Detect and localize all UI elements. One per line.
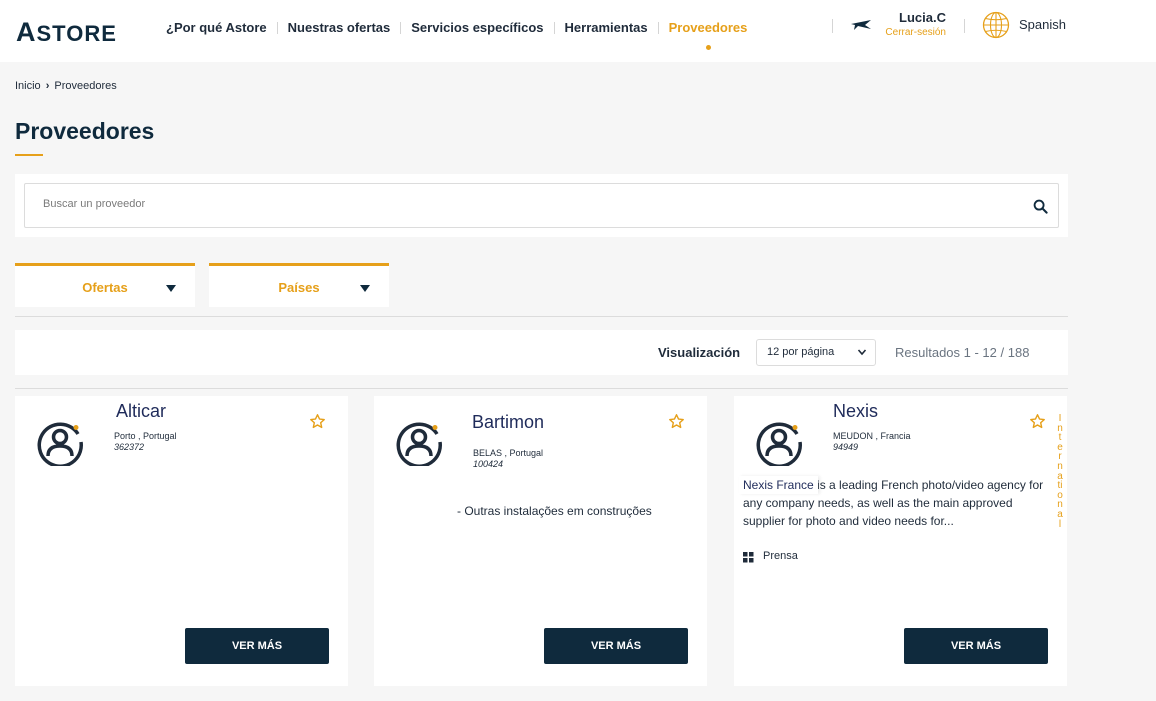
- caret-down-icon: [360, 285, 370, 292]
- filter-ofertas[interactable]: Ofertas: [15, 263, 195, 307]
- supplier-code: 100424: [473, 459, 504, 469]
- chevron-right-icon: ›: [45, 80, 50, 92]
- results-bar: Visualización 12 por página Resultados 1…: [15, 330, 1068, 375]
- supplier-name[interactable]: Nexis: [833, 401, 878, 422]
- title-underline: [15, 154, 43, 156]
- nav-por-que-astore[interactable]: ¿Por qué Astore: [156, 20, 277, 35]
- supplier-card: Alticar Porto , Portugal 362372 VER MÁS: [15, 396, 348, 686]
- supplier-avatar-icon: [396, 422, 442, 466]
- astore-logo[interactable]: ASTORE: [16, 17, 117, 48]
- supplier-name[interactable]: Alticar: [116, 401, 166, 422]
- header-separator: [964, 19, 965, 33]
- supplier-code: 94949: [833, 442, 859, 452]
- nav-herramientas[interactable]: Herramientas: [555, 20, 658, 35]
- supplier-location: Porto , Portugal: [114, 431, 177, 441]
- star-icon[interactable]: [309, 413, 326, 430]
- globe-icon[interactable]: [982, 11, 1010, 39]
- ver-mas-button[interactable]: VER MÁS: [185, 628, 329, 664]
- breadcrumb-home[interactable]: Inicio: [15, 80, 41, 92]
- nav-nuestras-ofertas[interactable]: Nuestras ofertas: [278, 20, 401, 35]
- international-badge: International: [1057, 413, 1063, 530]
- grid-icon: [743, 552, 754, 563]
- results-count: Resultados 1 - 12 / 188: [895, 345, 1030, 360]
- main-nav: ¿Por qué Astore Nuestras ofertas Servici…: [156, 20, 758, 50]
- supplier-code: 362372: [114, 442, 145, 452]
- page-title: Proveedores: [15, 118, 155, 144]
- company-tooltip: Nexis France: [739, 476, 818, 494]
- header-separator: [832, 19, 833, 33]
- supplier-avatar-icon: [37, 422, 83, 466]
- nav-proveedores[interactable]: Proveedores: [659, 20, 758, 50]
- divider: [15, 388, 1068, 389]
- supplier-card: Nexis MEUDON , Francia 94949 Nexis Franc…: [734, 396, 1067, 686]
- per-page-select[interactable]: 12 por página: [756, 339, 876, 366]
- nav-servicios-especificos[interactable]: Servicios específicos: [401, 20, 553, 35]
- breadcrumb-current: Proveedores: [54, 80, 117, 92]
- search-box: [24, 183, 1059, 228]
- supplier-location: MEUDON , Francia: [833, 431, 911, 441]
- supplier-card: Bartimon BELAS , Portugal 100424 - Outra…: [374, 396, 707, 686]
- supplier-location: BELAS , Portugal: [473, 448, 544, 458]
- ver-mas-button[interactable]: VER MÁS: [904, 628, 1048, 664]
- filter-paises[interactable]: Países: [209, 263, 389, 307]
- chevron-down-icon: [857, 349, 867, 356]
- category-tag: Prensa: [763, 550, 798, 562]
- divider: [15, 316, 1068, 317]
- breadcrumb: Inicio › Proveedores: [15, 80, 117, 92]
- ver-mas-button[interactable]: VER MÁS: [544, 628, 688, 664]
- per-page-value: 12 por página: [767, 346, 835, 358]
- supplier-avatar-icon: [756, 422, 802, 466]
- logout-link[interactable]: Cerrar-sesión: [870, 27, 946, 38]
- airplane-icon: [851, 20, 871, 30]
- caret-down-icon: [166, 285, 176, 292]
- search-icon[interactable]: [1033, 199, 1048, 214]
- search-panel: [15, 174, 1068, 237]
- search-input[interactable]: [43, 198, 1003, 210]
- user-name: Lucia.C: [899, 10, 946, 25]
- star-icon[interactable]: [668, 413, 685, 430]
- supplier-description: - Outras instalações em construções: [457, 504, 652, 518]
- star-icon[interactable]: [1029, 413, 1046, 430]
- visualization-label: Visualización: [658, 345, 741, 360]
- top-header: ASTORE ¿Por qué Astore Nuestras ofertas …: [0, 0, 1156, 62]
- language-selector[interactable]: Spanish: [1019, 17, 1066, 32]
- supplier-name[interactable]: Bartimon: [472, 412, 544, 433]
